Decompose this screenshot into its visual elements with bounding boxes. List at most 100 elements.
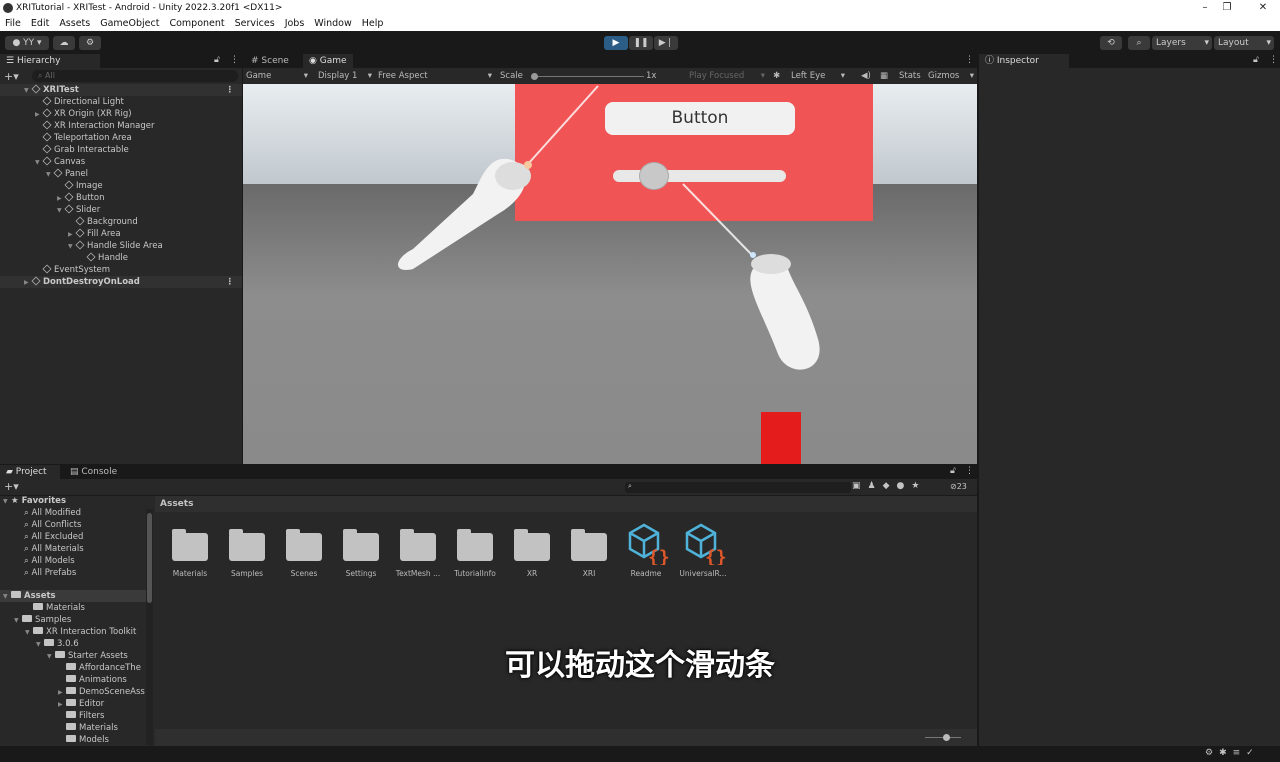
history-icon[interactable]: ⟲ [1100,36,1122,50]
project-tree-item[interactable]: Materials [0,722,146,734]
project-tree-item[interactable]: AffordanceThe [0,662,146,674]
menu-jobs[interactable]: Jobs [285,16,305,31]
layers-dropdown[interactable]: Layers ▾ [1152,36,1212,50]
more-icon[interactable]: ⋮ [965,55,974,65]
play-focused-dropdown[interactable]: Play Focused ▾ [689,70,767,83]
tab-hierarchy[interactable]: ☰ Hierarchy [0,54,100,68]
maximize-button[interactable]: ❐ [1212,0,1242,16]
step-button[interactable]: ▶❘ [654,36,678,50]
filter-icons[interactable]: ▣♟◆●★ [852,481,926,491]
icon-size-slider[interactable] [943,734,950,741]
gameobject-icon [75,216,85,226]
audio-mute-icon[interactable]: ◀) [861,70,871,83]
hierarchy-item[interactable]: ▼ Panel [0,168,242,180]
game-mode-dropdown[interactable]: Game ▾ [246,70,310,83]
project-tree-item[interactable]: ▼ Starter Assets [0,650,146,662]
tab-inspector[interactable]: ⓘ Inspector [979,54,1069,68]
menu-gameobject[interactable]: GameObject [100,16,159,31]
breadcrumb[interactable]: Assets [155,496,977,512]
hierarchy-item[interactable]: ▶ Button [0,192,242,204]
hierarchy-item[interactable]: Grab Interactable [0,144,242,156]
project-tree-item[interactable]: ⌕ All Models [0,555,146,567]
menu-component[interactable]: Component [169,16,224,31]
lock-icon[interactable]: 🔓︎ [214,55,220,65]
red-cube[interactable] [761,412,801,464]
hierarchy-item[interactable]: ▼ Canvas [0,156,242,168]
hierarchy-item[interactable]: ▼ Slider [0,204,242,216]
gameobject-icon [42,144,52,154]
game-view[interactable]: Button [243,84,977,464]
hierarchy-item[interactable]: Directional Light [0,96,242,108]
more-icon[interactable]: ⋮ [1269,55,1278,65]
eye-dropdown[interactable]: Left Eye ▾ [791,70,847,83]
create-button[interactable]: +▾ [4,480,19,493]
menu-help[interactable]: Help [362,16,384,31]
hierarchy-item[interactable]: EventSystem [0,264,242,276]
hierarchy-item[interactable]: Image [0,180,242,192]
project-tree-item[interactable]: ⌕ All Conflicts [0,519,146,531]
hierarchy-item[interactable]: Handle [0,252,242,264]
keyboard-icon[interactable]: ▦ [880,70,888,83]
hierarchy-item[interactable]: Background [0,216,242,228]
hierarchy-item[interactable]: ▶ XR Origin (XR Rig) [0,108,242,120]
lock-icon[interactable]: 🔓︎ [950,466,956,476]
project-tree-item[interactable]: ▶ DemoSceneAss [0,686,146,698]
project-tree-item[interactable]: ▼ Samples [0,614,146,626]
menu-assets[interactable]: Assets [59,16,90,31]
collab-icon[interactable]: ⚙ [79,36,101,50]
gizmos-dropdown[interactable]: Gizmos ▾ [928,70,974,83]
tab-game[interactable]: ◉ Game [303,54,353,68]
layout-dropdown[interactable]: Layout ▾ [1214,36,1274,50]
play-button[interactable]: ▶ [604,36,628,50]
menu-edit[interactable]: Edit [31,16,49,31]
account-dropdown[interactable]: ● YY ▾ [5,36,49,50]
project-tree-item[interactable]: ▼ ★ Favorites [0,495,146,507]
project-tree-item[interactable]: ▼ 3.0.6 [0,638,146,650]
project-tree-item[interactable]: ▶ Editor [0,698,146,710]
more-icon[interactable]: ⋮ [226,276,235,288]
expand-arrow-icon[interactable]: ▶ [24,277,32,289]
hierarchy-item[interactable]: Teleportation Area [0,132,242,144]
scale-slider[interactable]: Scale 1x [500,70,660,83]
hierarchy-item[interactable]: ▼ XRITest ⋮ [0,84,242,96]
project-tree-item[interactable]: Filters [0,710,146,722]
hidden-packages-count[interactable]: ⊘23 [950,482,967,491]
project-tree-item[interactable]: ▼ Assets [0,590,146,602]
tab-console[interactable]: ▤ Console [64,465,123,479]
menu-file[interactable]: File [5,16,21,31]
status-icons[interactable]: ⚙✱≡✓ [1205,748,1260,758]
project-tree-item[interactable]: Models [0,734,146,746]
project-tree-item[interactable]: ⌕ All Materials [0,543,146,555]
display-dropdown[interactable]: Display 1 ▾ [318,70,374,83]
project-tree-item[interactable]: ⌕ All Modified [0,507,146,519]
close-button[interactable]: ✕ [1248,0,1278,16]
menu-window[interactable]: Window [314,16,351,31]
more-icon[interactable]: ⋮ [965,466,974,476]
project-tree-item[interactable]: Animations [0,674,146,686]
project-tree-item[interactable]: ⌕ All Prefabs [0,567,146,579]
aspect-dropdown[interactable]: Free Aspect ▾ [378,70,494,83]
more-icon[interactable]: ⋮ [226,84,235,96]
tab-scene[interactable]: # Scene [245,54,295,68]
menu-services[interactable]: Services [235,16,275,31]
project-tree-item[interactable]: ▼ XR Interaction Toolkit [0,626,146,638]
cloud-icon[interactable]: ☁ [53,36,75,50]
hierarchy-item[interactable]: ▶ Fill Area [0,228,242,240]
project-tree-item[interactable]: ⌕ All Excluded [0,531,146,543]
hierarchy-search-input[interactable]: ⌕ All [32,70,238,82]
hierarchy-item[interactable]: ▼ Handle Slide Area [0,240,242,252]
tree-scrollbar[interactable] [146,509,153,745]
more-icon[interactable]: ⋮ [230,55,239,65]
project-search-input[interactable]: ⌕ [625,482,851,493]
stats-button[interactable]: Stats [899,70,921,83]
pause-button[interactable]: ❚❚ [629,36,653,50]
search-icon[interactable]: ⌕ [1128,36,1150,50]
tab-project[interactable]: ▰ Project [0,465,60,479]
lock-icon[interactable]: 🔓︎ [1253,55,1259,65]
project-tree-item[interactable]: Materials [0,602,146,614]
hierarchy-item[interactable]: ▶ DontDestroyOnLoad ⋮ [0,276,242,288]
bug-icon[interactable]: ✱ [773,70,780,83]
hierarchy-item[interactable]: XR Interaction Manager [0,120,242,132]
scale-handle[interactable] [531,73,538,80]
add-button[interactable]: +▾ [4,70,19,83]
